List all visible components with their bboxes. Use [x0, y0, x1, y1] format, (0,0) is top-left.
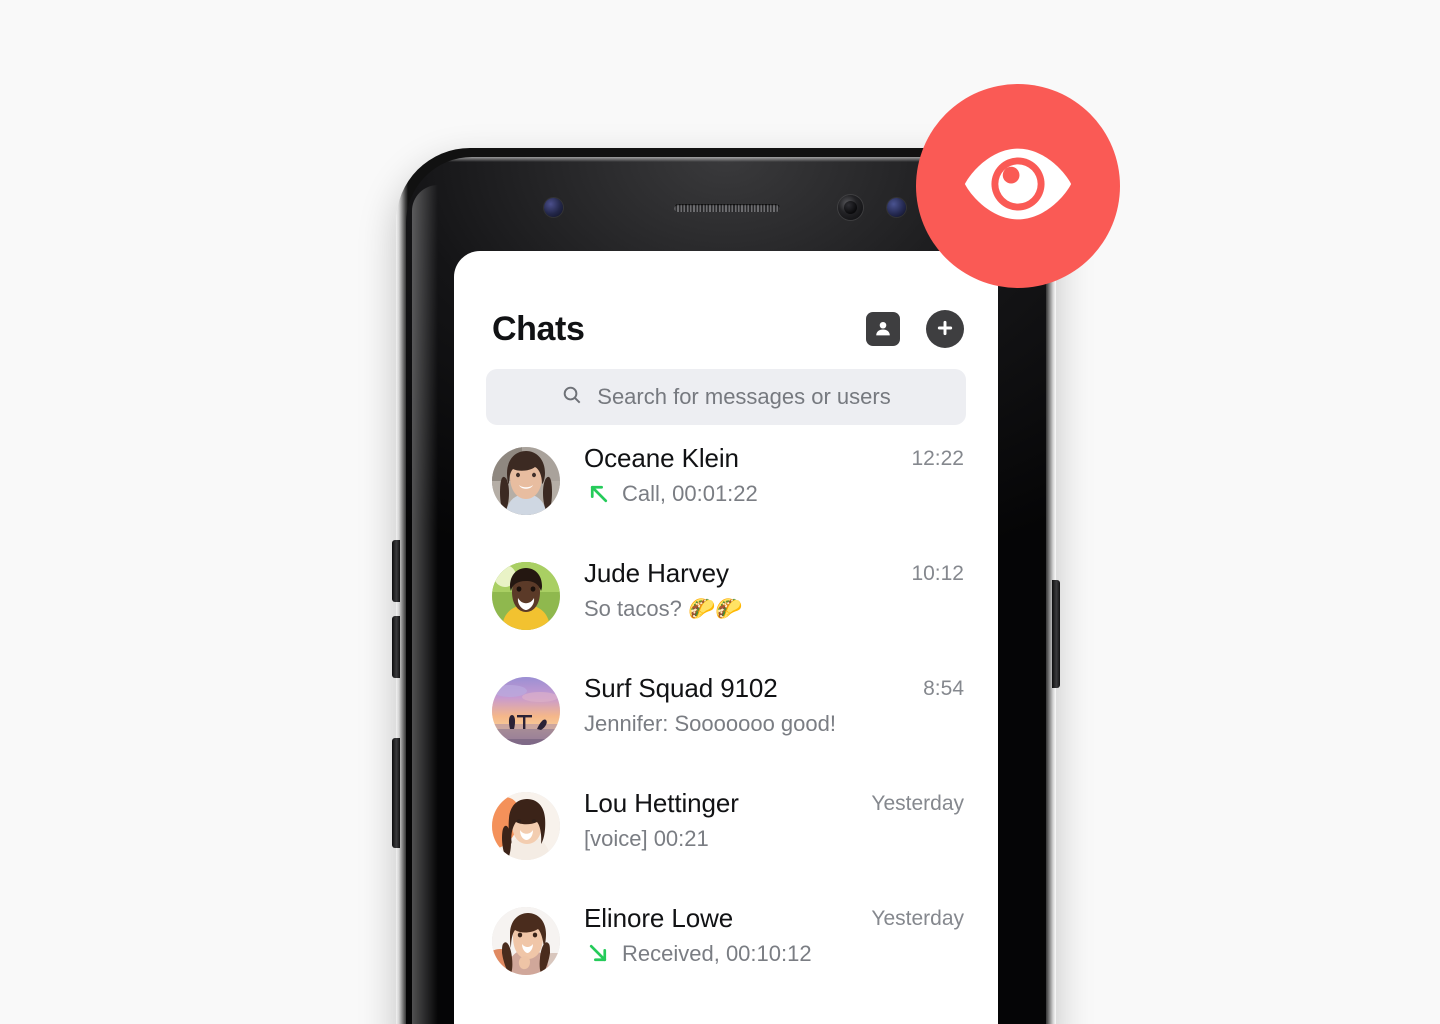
avatar — [492, 792, 560, 860]
avatar — [492, 562, 560, 630]
chat-row[interactable]: Oceane Klein Call, 00:01:22 12:22 — [492, 441, 964, 556]
chat-preview: Call, 00:01:22 — [584, 477, 901, 510]
new-chat-button[interactable] — [926, 310, 964, 348]
chat-content: Lou Hettinger [voice] 00:21 — [560, 786, 861, 855]
contacts-button[interactable] — [866, 312, 900, 346]
chat-time: Yesterday — [871, 792, 964, 815]
chat-preview: So tacos? 🌮🌮 — [584, 592, 901, 625]
search-input[interactable]: Search for messages or users — [597, 384, 890, 410]
chat-content: Jude Harvey So tacos? 🌮🌮 — [560, 556, 901, 625]
power-button[interactable] — [1052, 580, 1060, 688]
chat-preview: [voice] 00:21 — [584, 822, 861, 855]
chat-preview-text: Received, 00:10:12 — [622, 941, 812, 966]
eye-icon — [959, 125, 1077, 248]
avatar — [492, 447, 560, 515]
chat-row[interactable]: Lou Hettinger [voice] 00:21 Yesterday — [492, 786, 964, 901]
iris-scanner-icon — [887, 198, 906, 217]
app-header: Chats — [454, 251, 998, 359]
chat-name: Oceane Klein — [584, 443, 739, 473]
bixby-button[interactable] — [392, 738, 400, 848]
chat-row[interactable]: Elinore Lowe Received, 00:10:12 Yesterda… — [492, 901, 964, 1016]
chat-content: Elinore Lowe Received, 00:10:12 — [560, 901, 861, 970]
chat-preview-text: Jennifer: Sooooooo good! — [584, 711, 836, 736]
chat-preview-text: So tacos? 🌮🌮 — [584, 596, 743, 621]
earpiece-speaker-icon — [674, 204, 780, 212]
call-outgoing-icon — [586, 481, 611, 506]
chat-list: Oceane Klein Call, 00:01:22 12:22 Jude H… — [454, 441, 998, 1016]
smartphone-mockup: Chats Search for messages or users Ocean… — [392, 148, 1060, 1024]
call-incoming-icon — [586, 941, 611, 966]
avatar — [492, 677, 560, 745]
contacts-icon — [872, 317, 894, 342]
page-title: Chats — [492, 309, 585, 348]
chat-time: 10:12 — [911, 562, 964, 585]
chat-content: Oceane Klein Call, 00:01:22 — [560, 441, 901, 510]
chat-preview-text: Call, 00:01:22 — [622, 481, 758, 506]
plus-icon — [934, 317, 956, 342]
chat-row[interactable]: Surf Squad 9102 Jennifer: Sooooooo good!… — [492, 671, 964, 786]
volume-down-button[interactable] — [392, 616, 400, 678]
chat-preview-text: [voice] 00:21 — [584, 826, 709, 851]
search-bar[interactable]: Search for messages or users — [486, 369, 966, 425]
chat-time: 12:22 — [911, 447, 964, 470]
front-sensor-icon — [544, 198, 563, 217]
chat-content: Surf Squad 9102 Jennifer: Sooooooo good! — [560, 671, 913, 740]
phone-screen: Chats Search for messages or users Ocean… — [454, 251, 998, 1024]
search-icon — [561, 384, 583, 411]
chat-name: Surf Squad 9102 — [584, 673, 778, 703]
chat-time: 8:54 — [923, 677, 964, 700]
chat-time: Yesterday — [871, 907, 964, 930]
volume-up-button[interactable] — [392, 540, 400, 602]
avatar — [492, 907, 560, 975]
chat-name: Elinore Lowe — [584, 903, 734, 933]
chat-preview: Jennifer: Sooooooo good! — [584, 707, 913, 740]
eye-badge[interactable] — [916, 84, 1120, 288]
chat-row[interactable]: Jude Harvey So tacos? 🌮🌮 10:12 — [492, 556, 964, 671]
chat-preview: Received, 00:10:12 — [584, 937, 861, 970]
chat-name: Jude Harvey — [584, 558, 729, 588]
front-camera-icon — [838, 195, 863, 220]
chat-name: Lou Hettinger — [584, 788, 739, 818]
header-actions — [866, 310, 964, 348]
phone-bezel: Chats Search for messages or users Ocean… — [406, 157, 1046, 1024]
